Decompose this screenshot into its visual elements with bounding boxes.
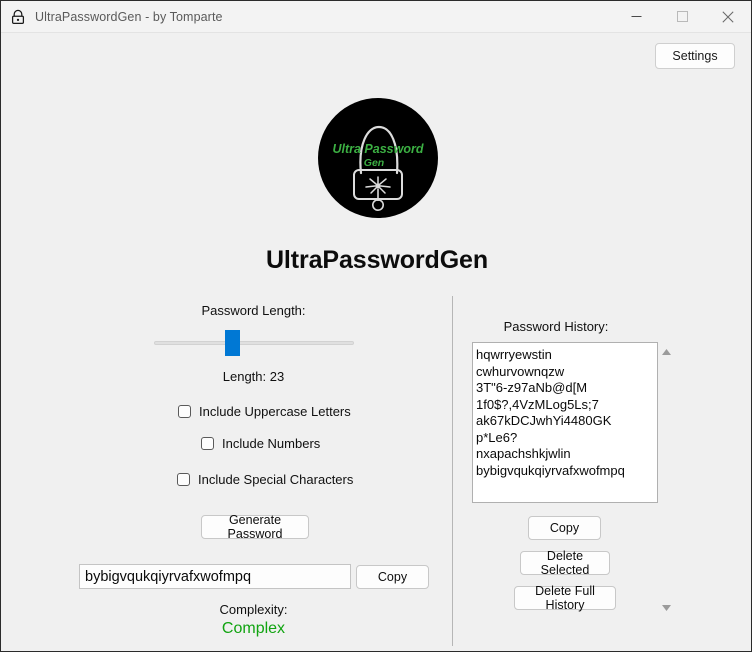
list-item[interactable]: cwhurvownqzw xyxy=(476,364,657,381)
scroll-up-button[interactable] xyxy=(658,343,675,360)
list-item[interactable]: 3T"6-z97aNb@d[M xyxy=(476,380,657,397)
copy-history-button[interactable]: Copy xyxy=(528,516,601,540)
title-bar: UltraPasswordGen - by Tomparte xyxy=(1,1,751,33)
logo-text-line2: Gen xyxy=(364,157,384,169)
generate-password-button[interactable]: Generate Password xyxy=(201,513,309,541)
minimize-icon xyxy=(631,16,641,17)
list-item[interactable]: ak67kDCJwhYi4480GK xyxy=(476,413,657,430)
password-length-slider[interactable] xyxy=(154,330,354,356)
scroll-up-arrow-icon xyxy=(662,348,671,355)
checkbox-include-special-characters[interactable]: Include Special Characters xyxy=(177,472,353,487)
window-title: UltraPasswordGen - by Tomparte xyxy=(35,9,223,24)
copy-password-button[interactable]: Copy xyxy=(356,565,429,589)
checkbox-label: Include Numbers xyxy=(222,436,321,451)
delete-full-history-button[interactable]: Delete Full History xyxy=(514,584,616,612)
complexity-label: Complexity: xyxy=(219,602,288,617)
logo-graphic: Ultra Password Gen xyxy=(318,98,438,218)
password-length-label: Password Length: xyxy=(201,303,306,318)
slider-track xyxy=(154,341,354,345)
scroll-down-button[interactable] xyxy=(658,599,675,616)
history-scrollbar[interactable] xyxy=(658,339,675,616)
list-item[interactable]: p*Le6? xyxy=(476,430,657,447)
app-window: UltraPasswordGen - by Tomparte Settings xyxy=(0,0,752,652)
close-button[interactable] xyxy=(705,1,751,32)
checkbox-include-numbers[interactable]: Include Numbers xyxy=(201,436,320,451)
app-logo: Ultra Password Gen xyxy=(317,97,439,219)
logo-text-line1: Ultra Password xyxy=(332,142,423,156)
checkbox-label: Include Special Characters xyxy=(198,472,354,487)
delete-selected-button[interactable]: Delete Selected xyxy=(520,549,610,577)
length-value-label: Length: 23 xyxy=(222,369,285,384)
close-icon xyxy=(722,10,734,23)
password-history-label: Password History: xyxy=(503,319,609,334)
generated-password-field[interactable]: bybigvqukqiyrvafxwofmpq xyxy=(79,564,351,589)
minimize-button[interactable] xyxy=(613,1,659,32)
lock-icon xyxy=(11,9,25,24)
password-history-list[interactable]: hqwrryewstin cwhurvownqzw 3T"6-z97aNb@d[… xyxy=(472,342,658,503)
checkbox-box[interactable] xyxy=(177,473,190,486)
checkbox-label: Include Uppercase Letters xyxy=(199,404,351,419)
checkbox-box[interactable] xyxy=(201,437,214,450)
list-item[interactable]: hqwrryewstin xyxy=(476,347,657,364)
scroll-down-arrow-icon xyxy=(662,604,671,611)
settings-button[interactable]: Settings xyxy=(655,43,735,69)
maximize-button[interactable] xyxy=(659,1,705,32)
slider-thumb[interactable] xyxy=(225,330,240,356)
panel-divider xyxy=(452,296,453,646)
list-item[interactable]: nxapachshkjwlin xyxy=(476,446,657,463)
page-title: UltraPasswordGen xyxy=(265,246,489,274)
list-item[interactable]: bybigvqukqiyrvafxwofmpq xyxy=(476,463,657,480)
maximize-icon xyxy=(676,11,688,22)
complexity-value: Complex xyxy=(221,620,286,637)
checkbox-include-uppercase[interactable]: Include Uppercase Letters xyxy=(178,404,351,419)
list-item[interactable]: 1f0$?,4VzMLog5Ls;7 xyxy=(476,397,657,414)
checkbox-box[interactable] xyxy=(178,405,191,418)
